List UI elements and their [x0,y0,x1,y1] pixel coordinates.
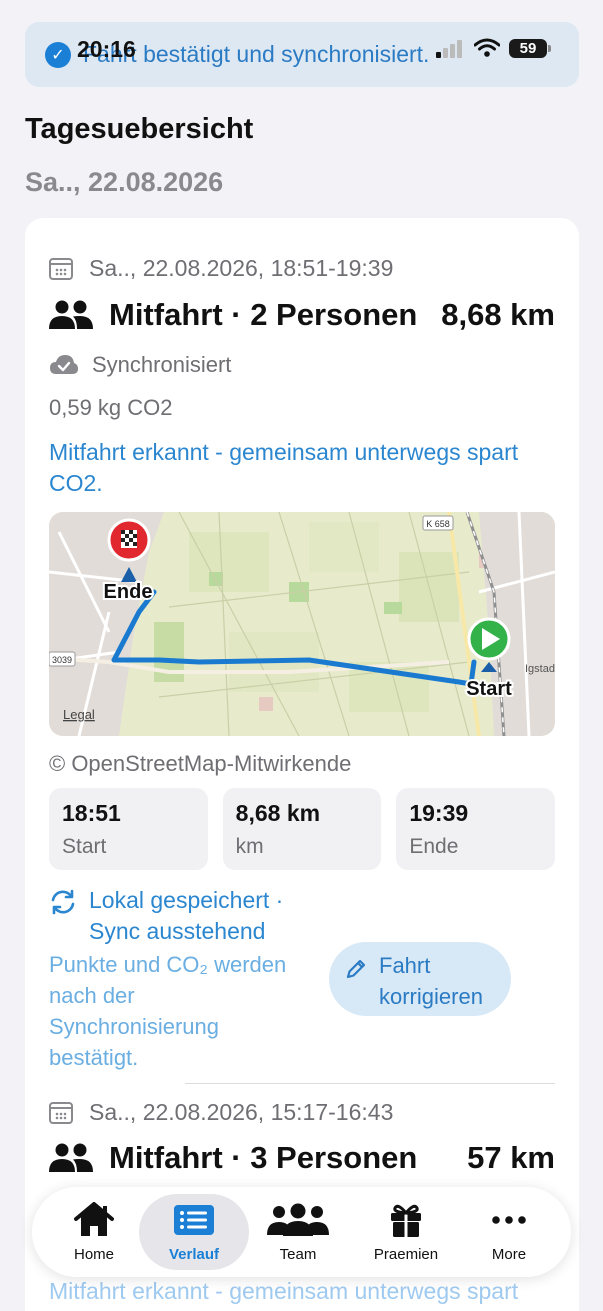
local-save-line: Sync ausstehend [89,918,266,944]
trip-date: Sa.., 22.08.2026, 15:17-16:43 [89,1099,394,1125]
battery-cap [548,45,551,52]
trip-stats: 18:51 Start 8,68 km km 19:39 Ende [49,788,556,870]
sync-arrows-icon [51,889,75,915]
pending-note-line: Punkte und CO₂ werden [49,952,287,977]
map-attribution[interactable]: © OpenStreetMap-Mitwirkende [49,751,351,777]
local-save-line: Lokal gespeichert · [89,887,284,913]
tab-verlauf[interactable]: Verlauf [139,1194,249,1270]
tab-team[interactable]: Team [246,1194,350,1270]
pencil-icon [346,959,366,979]
trip-title-row[interactable]: Mitfahrt · 2 Personen 8,68 km [49,297,555,333]
stat-label: km [235,835,264,858]
trip-title: Mitfahrt · 3 Personen [109,1140,418,1175]
tab-home[interactable]: Home [42,1194,146,1270]
carpool-hint-line: CO2. [49,470,103,496]
co2-value: 0,59 kg CO2 [49,395,173,420]
map-legal-link[interactable]: Legal [63,707,95,722]
calendar-icon [49,1101,73,1124]
route-map[interactable]: K 658 3039 Igstad Ende Start Legal [49,512,555,736]
people-icon [49,300,93,329]
gift-icon [391,1204,421,1237]
tab-praemien[interactable]: Praemien [354,1194,458,1270]
stat-label: Start [62,835,107,858]
sync-state: Synchronisiert [92,352,232,377]
carpool-hint-line: Mitfahrt erkannt - gemeinsam unterwegs s… [49,439,519,465]
calendar-icon [49,257,73,280]
status-time: 20:16 [77,36,136,62]
stat-value: 8,68 km [235,800,321,826]
wifi-icon [474,38,500,57]
stat-tile-end: 19:39 Ende [396,788,556,870]
trip-distance: 57 km [467,1140,555,1175]
correct-trip-label: Fahrt korrigieren [379,950,483,1012]
pending-note: Punkte und CO₂ werden nach der Synchroni… [49,949,319,1073]
trip-divider [185,1083,555,1084]
local-save-status: Lokal gespeichert · Sync ausstehend [89,885,283,947]
map-start-label: Start [466,678,512,700]
sync-state-row: Synchronisiert [49,352,231,378]
map-road-label: K 658 [426,519,450,529]
people-icon [49,1143,93,1172]
map-place-label: Igstad [525,663,555,675]
correct-trip-line: Fahrt [379,953,431,978]
carpool-hint: Mitfahrt erkannt - gemeinsam unterwegs s… [49,437,559,499]
day-header: Sa.., 22.08.2026 [25,167,224,197]
tab-more[interactable]: More [457,1194,561,1270]
tab-label: Verlauf [168,1246,220,1263]
map-end-label: Ende [104,581,153,603]
stat-tile-distance: 8,68 km km [222,788,382,870]
stat-tile-start: 18:51 Start [49,788,208,870]
tab-label: Praemien [373,1246,439,1263]
trip-title-row[interactable]: Mitfahrt · 3 Personen 57 km [49,1140,555,1176]
trip-list-card[interactable]: Sa.., 22.08.2026, 18:51-19:39 Mitfahrt ·… [25,218,579,1311]
house-icon [74,1202,114,1236]
map-canvas: K 658 3039 Igstad Ende Start Legal [49,512,555,736]
tab-label: Home [73,1246,114,1263]
trip-date: Sa.., 22.08.2026, 18:51-19:39 [89,255,394,281]
tab-label: More [491,1246,527,1263]
battery-icon: 59 [509,39,547,58]
stat-value: 19:39 [409,800,469,826]
trip-distance: 8,68 km [441,297,555,332]
correct-trip-button[interactable]: Fahrt korrigieren [329,942,511,1016]
list-icon [174,1205,214,1235]
tab-label: Team [279,1246,317,1263]
correct-trip-line: korrigieren [379,984,483,1009]
map-road-label: 3039 [52,655,72,665]
pending-note-line: nach der [49,983,135,1008]
carpool-hint: Mitfahrt erkannt - gemeinsam unterwegs s… [49,1278,519,1304]
page-title: Tagesuebersicht [25,113,254,145]
cellular-signal-icon [436,40,462,58]
stat-value: 18:51 [62,800,121,826]
tab-bar: Home Verlauf Team Praemien More [32,1187,571,1277]
stat-label: Ende [409,835,459,858]
trip-title: Mitfahrt · 2 Personen [109,297,418,332]
team-icon [267,1203,329,1236]
trip-date-row: Sa.., 22.08.2026, 18:51-19:39 [49,255,393,282]
status-bar: 20:16 59 [0,0,603,70]
trip-date-row: Sa.., 22.08.2026, 15:17-16:43 [49,1099,393,1126]
cloud-check-icon [50,355,78,374]
pending-note-line: Synchronisierung [49,1014,219,1039]
pending-note-line: bestätigt. [49,1045,139,1070]
more-dots-icon [492,1216,526,1224]
